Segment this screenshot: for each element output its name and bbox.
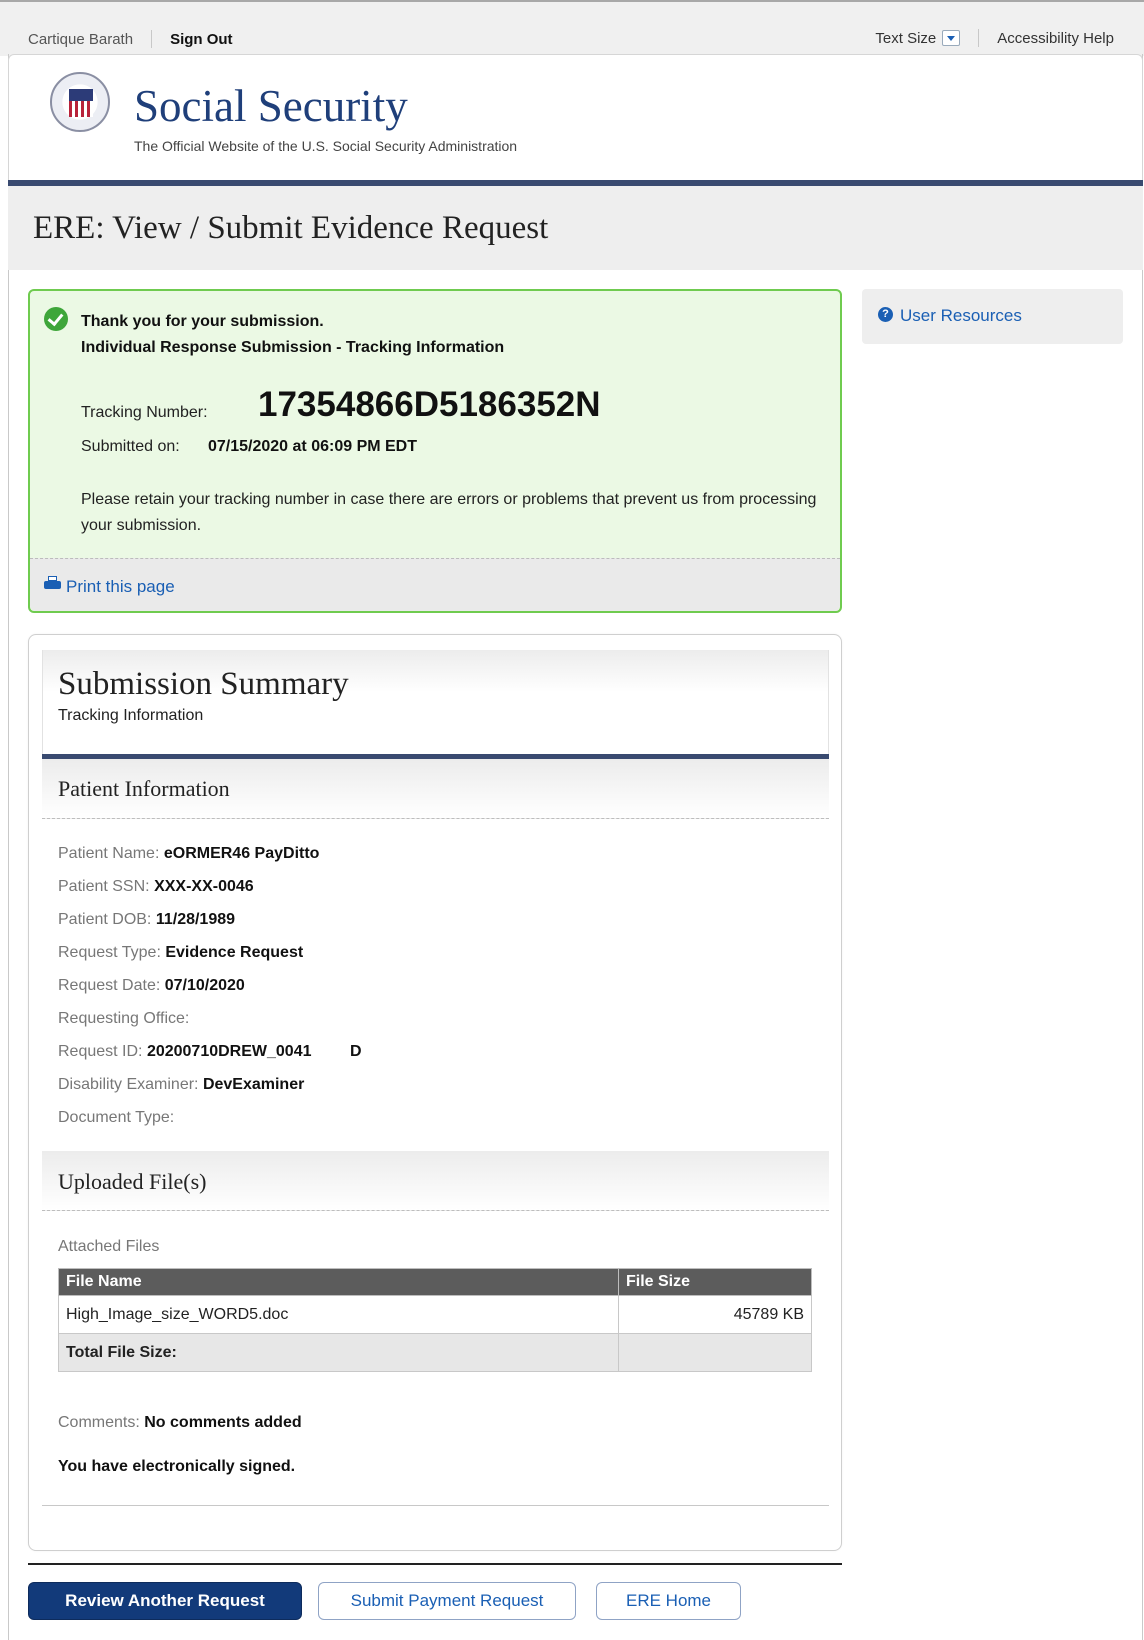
field-label: Requesting Office: [58, 1010, 190, 1027]
user-resources-panel: ? User Resources [862, 289, 1123, 344]
column-header: File Name [58, 1268, 619, 1296]
tracking-number-value: 17354866D5186352N [258, 385, 601, 424]
utility-bar: Cartique Barath Sign Out Text Size Acces… [0, 0, 1144, 56]
request-date-field: Request Date: 07/10/2020 [58, 977, 245, 995]
print-row: Print this page [30, 558, 840, 611]
actions-divider [28, 1563, 842, 1565]
field-label: Patient DOB: [58, 911, 152, 928]
attached-files-table: File Name File Size High_Image_size_WORD… [58, 1268, 812, 1372]
total-label-cell: Total File Size: [58, 1333, 619, 1372]
thank-you-text: Thank you for your submission. [81, 313, 324, 330]
ere-home-button[interactable]: ERE Home [596, 1582, 741, 1620]
review-another-request-button[interactable]: Review Another Request [28, 1582, 302, 1620]
user-area: Cartique Barath Sign Out [28, 30, 233, 48]
user-name: Cartique Barath [28, 30, 134, 48]
field-label: Request Date: [58, 977, 161, 994]
uploaded-section-title: Uploaded File(s) [58, 1169, 207, 1194]
field-label: Request Type: [58, 944, 161, 961]
request-type-field: Request Type: Evidence Request [58, 944, 303, 962]
accessibility-help-link[interactable]: Accessibility Help [997, 30, 1114, 47]
field-value: 20200710DREW_0041 [146, 1043, 312, 1060]
table-row: High_Image_size_WORD5.doc 45789 KB [58, 1295, 812, 1334]
field-value: 07/10/2020 [164, 977, 245, 994]
field-value: Evidence Request [165, 944, 304, 961]
summary-subtitle: Tracking Information [58, 707, 204, 724]
tracking-number-label: Tracking Number: [81, 404, 208, 421]
divider [151, 30, 153, 48]
utility-links: Text Size Accessibility Help [875, 29, 1114, 47]
signed-statement: You have electronically signed. [58, 1458, 296, 1475]
submission-type-text: Individual Response Submission - Trackin… [81, 339, 505, 356]
table-header-row: File Name File Size [58, 1268, 812, 1296]
site-title[interactable]: Social Security [134, 80, 408, 132]
field-label: Disability Examiner: [58, 1076, 199, 1093]
field-label: Request ID: [58, 1043, 143, 1060]
chevron-down-icon[interactable] [942, 30, 961, 46]
help-icon[interactable]: ? [878, 307, 893, 322]
field-extra: D [349, 1043, 362, 1060]
comments-value: No comments added [144, 1414, 302, 1431]
divider [978, 29, 980, 47]
document-type-field: Document Type: [58, 1109, 174, 1127]
field-value: eORMER46 PayDitto [163, 845, 320, 862]
request-id-field: Request ID: 20200710DREW_0041 D [58, 1043, 362, 1061]
ssa-seal-icon[interactable] [50, 72, 110, 132]
table-total-row: Total File Size: [58, 1333, 812, 1372]
total-value-cell [618, 1333, 812, 1372]
field-value: 11/28/1989 [155, 911, 236, 928]
summary-title: Submission Summary [58, 666, 349, 702]
field-label: Patient Name: [58, 845, 160, 862]
submitted-on-label: Submitted on: [81, 438, 180, 455]
disability-examiner-field: Disability Examiner: DevExaminer [58, 1076, 304, 1094]
field-label: Document Type: [58, 1109, 175, 1126]
submitted-on-value: 07/15/2020 at 06:09 PM EDT [208, 438, 418, 455]
user-resources-link[interactable]: User Resources [900, 306, 1022, 326]
field-value: DevExaminer [202, 1076, 305, 1093]
retain-notice: Please retain your tracking number in ca… [81, 491, 817, 534]
patient-dob-field: Patient DOB: 11/28/1989 [58, 911, 235, 929]
printer-icon[interactable] [44, 576, 61, 590]
comments-field: Comments: No comments added [58, 1414, 302, 1432]
file-size-cell: 45789 KB [618, 1295, 812, 1334]
field-label: Patient SSN: [58, 878, 150, 895]
text-size-label[interactable]: Text Size [875, 30, 936, 47]
print-page-link[interactable]: Print this page [66, 577, 175, 597]
site-subtitle: The Official Website of the U.S. Social … [134, 138, 518, 154]
field-value: XXX-XX-0046 [154, 878, 254, 895]
attached-files-label: Attached Files [58, 1238, 160, 1255]
submit-payment-request-button[interactable]: Submit Payment Request [318, 1582, 576, 1620]
checkmark-icon [44, 307, 68, 331]
sign-out-link[interactable]: Sign Out [170, 31, 233, 48]
patient-name-field: Patient Name: eORMER46 PayDitto [58, 845, 319, 863]
requesting-office-field: Requesting Office: [58, 1010, 189, 1028]
page-title: ERE: View / Submit Evidence Request [33, 210, 549, 246]
summary-bottom-divider [42, 1505, 829, 1506]
patient-ssn-field: Patient SSN: XXX-XX-0046 [58, 878, 254, 896]
comments-label: Comments: [58, 1414, 140, 1431]
file-name-cell: High_Image_size_WORD5.doc [58, 1295, 619, 1334]
patient-section-title: Patient Information [58, 776, 230, 801]
column-header: File Size [618, 1268, 812, 1296]
